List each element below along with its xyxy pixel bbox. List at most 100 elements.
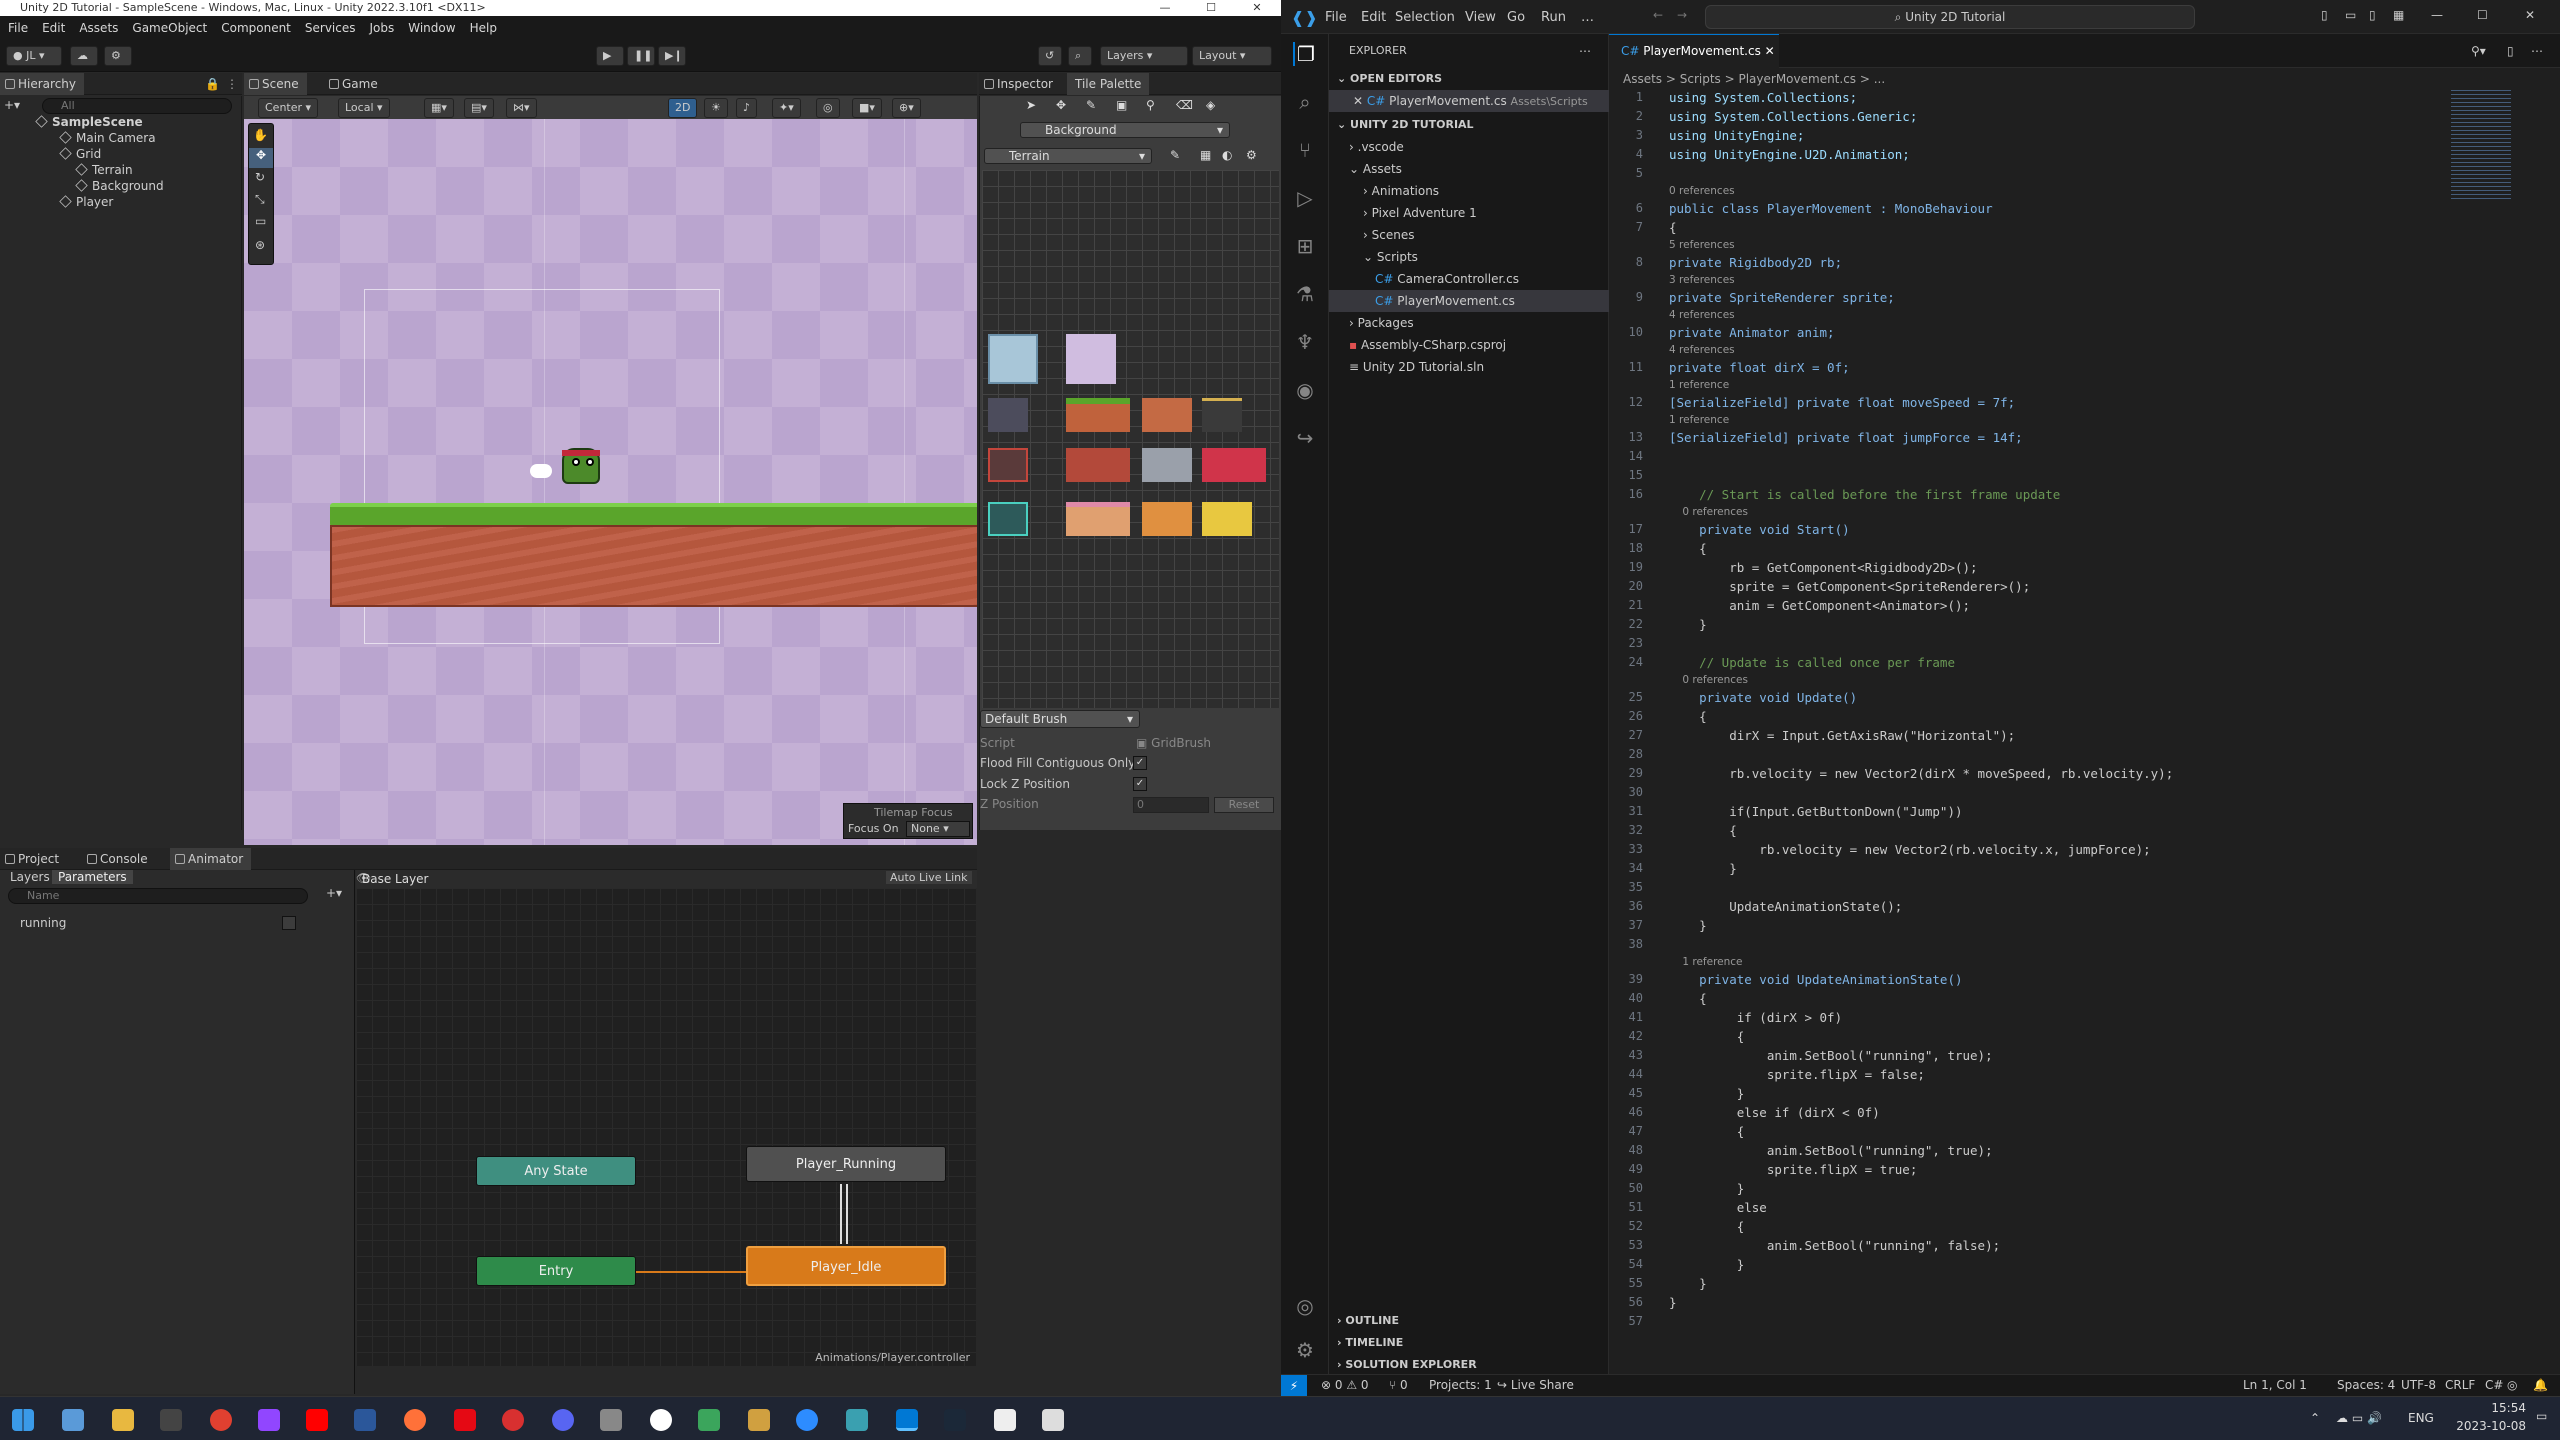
tab-game[interactable]: Game — [324, 73, 386, 95]
menu-services[interactable]: Services — [305, 21, 356, 35]
problems-indicator[interactable]: ⊗ 0 ⚠ 0 — [1321, 1378, 1369, 1392]
transform-tool-icon[interactable]: ⊛ — [255, 238, 265, 252]
open-editors-section[interactable]: ⌄ OPEN EDITORS — [1337, 68, 1442, 90]
indentation[interactable]: Spaces: 4 — [2337, 1378, 2395, 1392]
widgets-icon[interactable] — [62, 1409, 84, 1431]
menu-edit[interactable]: Edit — [42, 21, 65, 35]
scene-viewport[interactable]: ✋ ✥ ↻ ⤡ ▭ ⊛ Tilemap Focus Focus On None … — [244, 119, 977, 845]
menu-component[interactable]: Component — [221, 21, 291, 35]
toggle-sidebar-icon[interactable]: ▯ — [2321, 8, 2328, 22]
codelens-references[interactable]: 4 references — [1669, 309, 1735, 321]
rotate-tool-icon[interactable]: ↻ — [255, 170, 265, 184]
netflix-icon[interactable] — [454, 1409, 476, 1431]
active-tilemap-dropdown[interactable]: Terrain ▾ — [984, 148, 1152, 164]
cloud-icon[interactable]: ☁ — [70, 46, 98, 66]
split-editor-icon[interactable]: ▯ — [2507, 44, 2514, 58]
tile-palette-grid[interactable] — [982, 170, 1279, 708]
hidden-objects-icon[interactable]: ◎ — [816, 98, 840, 118]
focus-on-dropdown[interactable]: None ▾ — [906, 821, 970, 837]
code-line[interactable]: rb.velocity = new Vector2(dirX * moveSpe… — [1669, 766, 2173, 781]
space-dropdown[interactable]: Local ▾ — [338, 98, 390, 118]
hierarchy-item-samplescene[interactable]: SampleScene — [35, 114, 143, 130]
brush-dropdown[interactable]: Default Brush ▾ — [980, 710, 1140, 728]
tree-scripts[interactable]: ⌄ Scripts — [1363, 246, 1418, 268]
parameters-tab[interactable]: Parameters — [52, 870, 133, 884]
codelens-references[interactable]: 1 reference — [1669, 414, 1729, 426]
palette-tile[interactable] — [1142, 448, 1192, 482]
code-line[interactable]: { — [1669, 823, 1737, 838]
lock-z-checkbox[interactable]: ✓ — [1133, 777, 1147, 791]
layout-dropdown[interactable]: Layout ▾ — [1192, 46, 1272, 66]
tab-console[interactable]: Console — [82, 848, 156, 870]
customize-layout-icon[interactable]: ▦ — [2393, 8, 2404, 22]
codelens-references[interactable]: 0 references — [1669, 506, 1748, 518]
command-center-search[interactable]: ⌕ Unity 2D Tutorial — [1705, 5, 2195, 29]
tab-player-movement[interactable]: C# PlayerMovement.cs ✕ — [1609, 34, 1779, 68]
code-line[interactable]: { — [1669, 220, 1677, 235]
encoding[interactable]: UTF-8 — [2401, 1378, 2436, 1392]
tree-player-movement[interactable]: C# PlayerMovement.cs — [1329, 290, 1609, 312]
tab-inspector[interactable]: Inspector — [979, 73, 1061, 95]
tab-hierarchy[interactable]: Hierarchy — [0, 73, 85, 95]
hand-tool-icon[interactable]: ✋ — [253, 128, 268, 142]
move-tile-icon[interactable]: ✥ — [1056, 98, 1066, 112]
code-line[interactable]: sprite.flipX = false; — [1669, 1067, 1925, 1082]
tree-camera-controller[interactable]: C# CameraController.cs — [1375, 268, 1519, 290]
live-share-icon[interactable]: ↪ — [1293, 426, 1317, 450]
play-icon[interactable]: ▶ — [596, 46, 624, 66]
tree-csproj[interactable]: ▪ Assembly-CSharp.csproj — [1349, 334, 1506, 356]
account-icon[interactable]: ◎ — [1293, 1294, 1317, 1318]
code-line[interactable]: anim.SetBool("running", false); — [1669, 1238, 2000, 1253]
tab-animator[interactable]: Animator — [170, 848, 252, 870]
base-layer-breadcrumb[interactable]: Base Layer — [362, 872, 429, 886]
code-line[interactable]: anim.SetBool("running", true); — [1669, 1143, 1993, 1158]
notifications-icon[interactable]: 🔔 — [2533, 1378, 2548, 1392]
palette-tile[interactable] — [1066, 502, 1130, 536]
code-line[interactable]: anim.SetBool("running", true); — [1669, 1048, 1993, 1063]
animator-graph[interactable]: Any State Entry Player_Running Player_Id… — [356, 888, 976, 1366]
paint-brush-icon[interactable]: ✎ — [1086, 98, 1096, 112]
box-fill-icon[interactable]: ▣ — [1116, 98, 1127, 112]
eraser-icon[interactable]: ⌫ — [1176, 98, 1193, 112]
toggle-panel-icon[interactable]: ▭ — [2345, 8, 2356, 22]
app-icon[interactable] — [600, 1409, 622, 1431]
pause-icon[interactable]: ❚❚ — [627, 46, 655, 66]
step-icon[interactable]: ▶❙ — [658, 46, 686, 66]
palette-tile[interactable] — [1066, 398, 1130, 432]
youtube-icon[interactable] — [306, 1409, 328, 1431]
twitch-icon[interactable] — [258, 1409, 280, 1431]
menu-file[interactable]: File — [1325, 10, 1347, 25]
code-line[interactable]: } — [1669, 918, 1707, 933]
code-line[interactable]: } — [1669, 617, 1707, 632]
palette-tile[interactable] — [988, 334, 1038, 384]
dirt-platform[interactable] — [330, 525, 977, 607]
tab-project[interactable]: Project — [0, 848, 67, 870]
hierarchy-item-grid[interactable]: Grid — [59, 146, 101, 162]
code-line[interactable]: private void Update() — [1669, 690, 1857, 705]
grass-platform[interactable] — [330, 503, 977, 527]
code-line[interactable]: rb.velocity = new Vector2(rb.velocity.x,… — [1669, 842, 2150, 857]
palette-tile[interactable] — [1202, 502, 1252, 536]
timeline-section[interactable]: › TIMELINE — [1337, 1332, 1403, 1354]
app-icon[interactable] — [650, 1409, 672, 1431]
parameter-search[interactable]: Name — [8, 888, 308, 904]
close-tab-icon[interactable]: ✕ — [1765, 44, 1775, 58]
clock-time[interactable]: 15:54 — [2454, 1401, 2526, 1415]
testing-icon[interactable]: ⚗ — [1293, 282, 1317, 306]
flood-fill-checkbox[interactable]: ✓ — [1133, 756, 1147, 770]
projects-indicator[interactable]: Projects: 1 — [1429, 1378, 1492, 1392]
close-icon[interactable]: ✕ — [2525, 8, 2535, 22]
codelens-references[interactable]: 0 references — [1669, 674, 1748, 686]
unity-taskbar-icon[interactable] — [1042, 1409, 1064, 1431]
settings-gear-icon[interactable]: ⚙ — [1293, 1338, 1317, 1362]
palette-tile[interactable] — [988, 502, 1028, 536]
edit-palette-icon[interactable]: ✎ — [1170, 148, 1180, 162]
language-mode[interactable]: C# — [2485, 1378, 2503, 1392]
vscode-taskbar-icon[interactable] — [896, 1409, 918, 1431]
line-ending[interactable]: CRLF — [2445, 1378, 2475, 1392]
remote-icon[interactable]: ⚡ — [1281, 1375, 1307, 1397]
menu-window[interactable]: Window — [408, 21, 455, 35]
code-line[interactable]: if(Input.GetButtonDown("Jump")) — [1669, 804, 1962, 819]
firefox-icon[interactable] — [404, 1409, 426, 1431]
code-line[interactable]: [SerializeField] private float moveSpeed… — [1669, 395, 2015, 410]
